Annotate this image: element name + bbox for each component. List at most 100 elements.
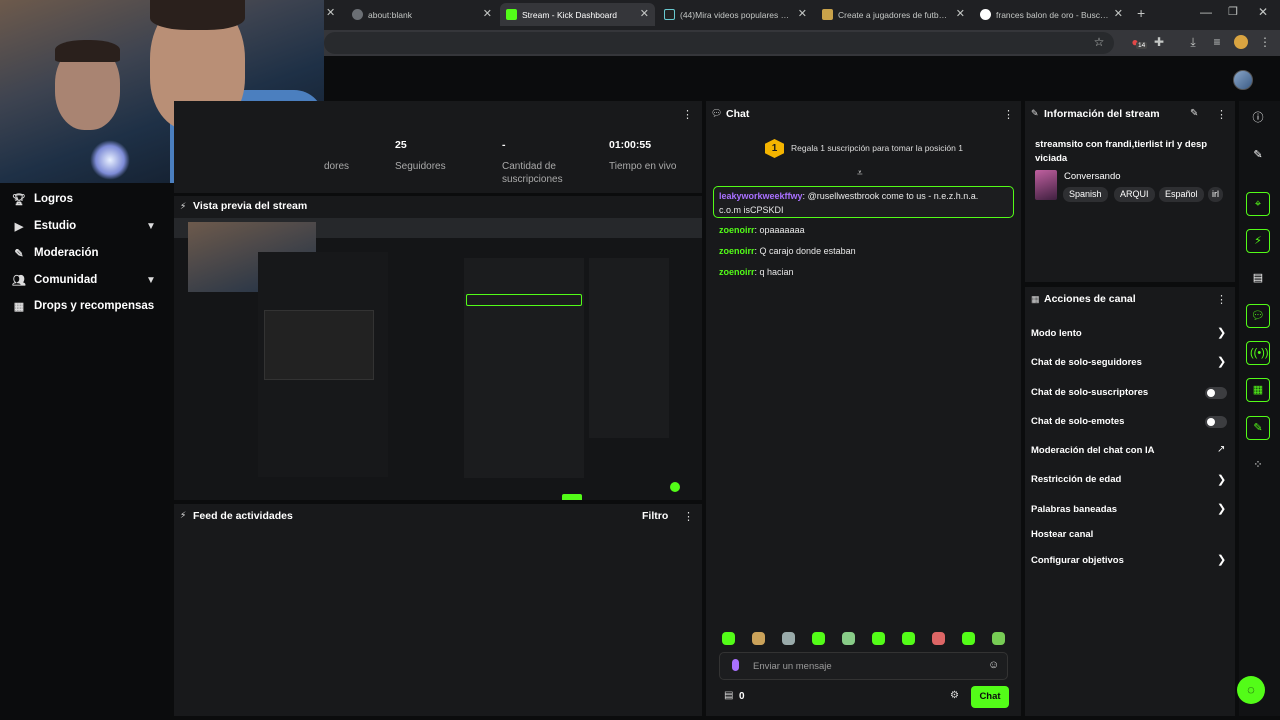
action-solo-seguidores[interactable]: Chat de solo-seguidores: [1031, 357, 1142, 368]
maximize-icon[interactable]: ❐: [1228, 5, 1238, 18]
emote-icon[interactable]: [812, 632, 825, 645]
channel-actions-title: Acciones de canal: [1044, 293, 1136, 305]
chevron-right-icon[interactable]: ❯: [1217, 355, 1226, 368]
kebab-menu-icon[interactable]: ⋮: [1258, 35, 1272, 49]
close-tab-icon[interactable]: ✕: [640, 7, 649, 20]
omnibox[interactable]: [324, 32, 1114, 54]
sidebar-item-moderacion[interactable]: ✎ Moderación: [12, 243, 98, 263]
action-configurar-objetivos[interactable]: Configurar objetivos: [1031, 555, 1124, 566]
close-window-icon[interactable]: ✕: [1258, 5, 1268, 19]
lightning-icon: ⚡︎: [180, 510, 187, 520]
sidebar-item-estudio[interactable]: ▶ Estudio ▼: [12, 216, 156, 236]
action-modo-lento[interactable]: Modo lento: [1031, 328, 1082, 339]
edit-pencil-icon[interactable]: ✎: [1190, 108, 1198, 119]
wrench-icon: ✎: [14, 247, 24, 260]
chat-input[interactable]: Enviar un mensaje ☺: [719, 652, 1008, 680]
stream-preview-video[interactable]: [174, 218, 702, 500]
emote-icon[interactable]: [992, 632, 1005, 645]
download-icon[interactable]: ⤓: [1186, 35, 1200, 49]
support-chat-button[interactable]: ◌: [1237, 676, 1265, 704]
emote-icon[interactable]: [782, 632, 795, 645]
user-avatar[interactable]: [1233, 70, 1253, 90]
emote-icon[interactable]: [752, 632, 765, 645]
new-tab-button[interactable]: +: [1137, 5, 1145, 21]
emoji-icon[interactable]: ☺: [988, 659, 999, 671]
solo-emotes-toggle[interactable]: [1205, 416, 1227, 428]
chevron-right-icon[interactable]: ❯: [1217, 473, 1226, 486]
emote-icon[interactable]: [872, 632, 885, 645]
apps-icon[interactable]: ⁘: [1250, 457, 1266, 473]
puzzle-icon[interactable]: ✚: [1152, 35, 1166, 49]
stream-title-text: streamsito con frandi,tierlist irl y des…: [1035, 139, 1208, 164]
more-options-icon[interactable]: ⋮: [1216, 293, 1227, 306]
wrench-icon[interactable]: ✎: [1250, 420, 1266, 436]
chevron-right-icon[interactable]: ❯: [1217, 553, 1226, 566]
chat-input-placeholder: Enviar un mensaje: [753, 661, 832, 672]
category-name: Conversando: [1064, 171, 1121, 182]
close-tab-icon[interactable]: ✕: [956, 7, 965, 20]
chat-bubble-icon: 💬︎: [711, 108, 723, 118]
tab-create-jugadores[interactable]: Create a jugadores de futbol d ✕: [816, 3, 971, 26]
lightning-icon[interactable]: ⚡︎: [1250, 233, 1266, 249]
broadcast-icon[interactable]: ((•)): [1250, 345, 1269, 361]
action-palabras-baneadas[interactable]: Palabras baneadas: [1031, 504, 1117, 515]
more-options-icon[interactable]: ⋮: [1216, 108, 1227, 121]
sidebar-item-comunidad[interactable]: 👥︎ Comunidad ▼: [12, 270, 156, 290]
sidebar-item-drops[interactable]: ▦ Drops y recompensas: [12, 296, 154, 316]
chevron-right-icon[interactable]: ❯: [1217, 326, 1226, 339]
globe-icon: [352, 9, 363, 20]
microphone-icon[interactable]: [732, 659, 739, 671]
collapse-icon[interactable]: ⩡: [857, 168, 863, 179]
emote-icon[interactable]: [722, 632, 735, 645]
chat-icon[interactable]: 💬︎: [1250, 308, 1266, 324]
settings-gear-icon[interactable]: ⚙: [950, 690, 959, 701]
tab-kick-dashboard[interactable]: Stream - Kick Dashboard ✕: [500, 3, 655, 26]
chat-message: zoenoirr: Q carajo donde estaban: [719, 246, 856, 256]
minimize-icon[interactable]: —: [1200, 5, 1212, 19]
channel-actions-icon: ▦: [1031, 294, 1040, 304]
edit-pencil-icon[interactable]: ✎: [1250, 147, 1266, 163]
document-icon[interactable]: ▤: [1250, 270, 1266, 286]
tab-google-search[interactable]: frances balon de oro - Buscar c ✕: [974, 3, 1129, 26]
feed-filter-button[interactable]: Filtro: [642, 510, 668, 522]
chat-message: zoenoirr: opaaaaaaa: [719, 225, 805, 235]
close-tab-icon[interactable]: ✕: [483, 7, 492, 20]
close-tab-icon[interactable]: ✕: [326, 6, 335, 19]
emote-icon[interactable]: [902, 632, 915, 645]
info-icon[interactable]: ⓘ: [1250, 110, 1266, 126]
close-tab-icon[interactable]: ✕: [1114, 7, 1123, 20]
feed-title: Feed de actividades: [193, 510, 293, 522]
target-icon[interactable]: ⌖: [1250, 196, 1266, 212]
chevron-right-icon[interactable]: ❯: [1217, 502, 1226, 515]
emote-icon[interactable]: [842, 632, 855, 645]
action-moderacion-ia[interactable]: Moderación del chat con IA: [1031, 445, 1155, 456]
tab-tiktok[interactable]: (44)Mira videos populares sele ✕: [658, 3, 813, 26]
grid-icon[interactable]: ▦: [1250, 382, 1266, 398]
action-solo-emotes: Chat de solo-emotes: [1031, 416, 1125, 427]
send-chat-button[interactable]: Chat: [971, 686, 1009, 708]
emote-icon[interactable]: [962, 632, 975, 645]
chevron-down-icon: ▼: [146, 220, 156, 232]
gift-banner-text[interactable]: Regala 1 suscripción para tomar la posic…: [791, 143, 963, 153]
google-icon: [980, 9, 991, 20]
action-restriccion-edad[interactable]: Restricción de edad: [1031, 474, 1121, 485]
bookmark-star-icon[interactable]: ☆: [1092, 35, 1106, 49]
category-thumbnail: [1035, 170, 1057, 200]
more-options-icon[interactable]: ⋮: [683, 510, 694, 523]
address-bar-row: ☆ ● 14 ✚ ⤓ ≡ ⋮: [324, 30, 1280, 56]
tag-chip: Spanish: [1063, 187, 1108, 202]
tab-about-blank[interactable]: about:blank ✕: [346, 3, 498, 26]
external-link-icon[interactable]: ↗: [1217, 444, 1225, 455]
kick-logo-icon: [506, 9, 517, 20]
video-icon: ▶: [14, 220, 24, 233]
emote-icon[interactable]: [932, 632, 945, 645]
close-tab-icon[interactable]: ✕: [798, 7, 807, 20]
solo-suscriptores-toggle[interactable]: [1205, 387, 1227, 399]
stat-subs-value: -: [502, 139, 506, 151]
more-options-icon[interactable]: ⋮: [1003, 108, 1014, 121]
action-hostear-canal[interactable]: Hostear canal: [1031, 529, 1093, 540]
media-controls-icon[interactable]: ≡: [1210, 35, 1224, 49]
more-options-icon[interactable]: ⋮: [682, 108, 693, 121]
profile-avatar-icon[interactable]: [1234, 35, 1248, 49]
sidebar-item-logros[interactable]: 🏆︎ Logros: [12, 189, 73, 209]
